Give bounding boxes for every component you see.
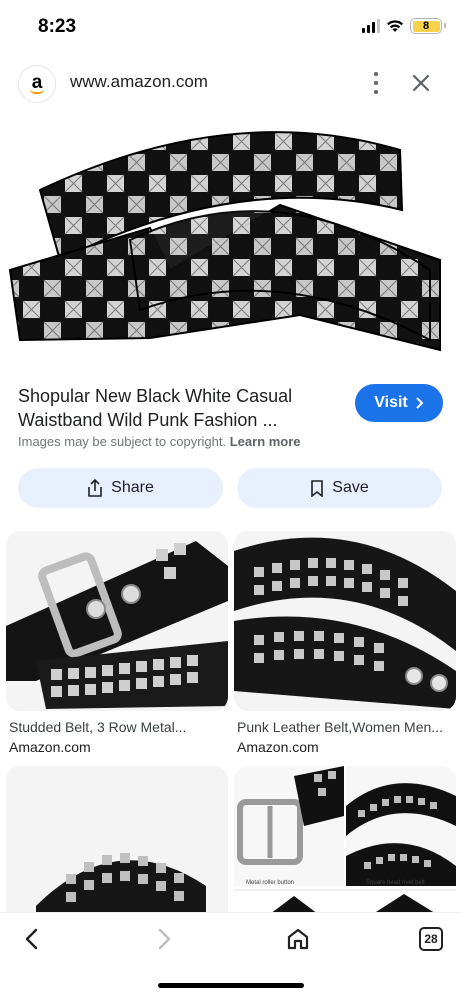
related-title: Punk Leather Belt,Women Men... xyxy=(237,719,443,735)
related-image xyxy=(6,531,228,711)
bookmark-icon xyxy=(311,479,324,497)
save-label: Save xyxy=(332,479,369,496)
more-vert-icon[interactable] xyxy=(372,72,380,94)
rivet-belt-caption: Square bead rivet belt xyxy=(366,880,425,886)
result-title[interactable]: Shopular New Black White Casual Waistban… xyxy=(18,384,328,432)
home-indicator[interactable] xyxy=(158,983,304,988)
save-button[interactable]: Save xyxy=(237,468,442,508)
related-image xyxy=(6,766,228,926)
studded-belt-image xyxy=(8,131,441,352)
related-image xyxy=(234,531,456,711)
home-icon[interactable] xyxy=(285,926,311,952)
copyright-notice: Images may be subject to copyright. Lear… xyxy=(18,434,301,449)
share-button[interactable]: Share xyxy=(18,468,223,508)
battery-icon: 8 xyxy=(410,18,446,34)
copyright-text: Images may be subject to copyright. xyxy=(18,434,227,449)
browser-bottom-toolbar: 28 xyxy=(0,912,462,1000)
share-label: Share xyxy=(111,479,154,496)
close-icon[interactable] xyxy=(410,72,432,94)
cellular-signal-icon xyxy=(362,19,380,33)
related-title: Studded Belt, 3 Row Metal... xyxy=(9,719,187,735)
share-icon xyxy=(88,479,102,497)
main-image[interactable] xyxy=(0,110,462,372)
related-result-card[interactable]: Punk Leather Belt,Women Men... Amazon.co… xyxy=(234,531,456,755)
wifi-icon xyxy=(387,20,403,32)
related-image: Metal roller button Square bead rivet be… xyxy=(234,766,456,926)
visit-button[interactable]: Visit xyxy=(355,384,443,422)
related-source: Amazon.com xyxy=(9,739,91,755)
roller-buckle-caption: Metal roller button xyxy=(246,880,294,886)
image-viewer-header: a www.amazon.com xyxy=(0,58,462,108)
amazon-favicon[interactable]: a xyxy=(18,65,56,103)
related-result-card[interactable]: Studded Belt, 3 Row Metal... Amazon.com xyxy=(6,531,228,755)
status-icons: 8 xyxy=(362,18,446,34)
visit-label: Visit xyxy=(374,394,408,411)
amazon-smile-icon xyxy=(30,89,44,94)
related-source: Amazon.com xyxy=(237,739,319,755)
battery-level: 8 xyxy=(412,20,440,32)
tab-switcher-button[interactable]: 28 xyxy=(419,927,443,951)
related-result-card[interactable] xyxy=(6,766,228,926)
related-result-card[interactable]: Metal roller button Square bead rivet be… xyxy=(234,766,456,926)
source-url[interactable]: www.amazon.com xyxy=(70,72,208,92)
status-time: 8:23 xyxy=(38,16,77,37)
back-arrow-icon[interactable] xyxy=(20,927,44,951)
status-bar: 8:23 8 xyxy=(0,0,462,56)
chevron-right-icon xyxy=(416,397,424,409)
forward-arrow-icon[interactable] xyxy=(152,927,176,951)
learn-more-link[interactable]: Learn more xyxy=(230,434,301,449)
